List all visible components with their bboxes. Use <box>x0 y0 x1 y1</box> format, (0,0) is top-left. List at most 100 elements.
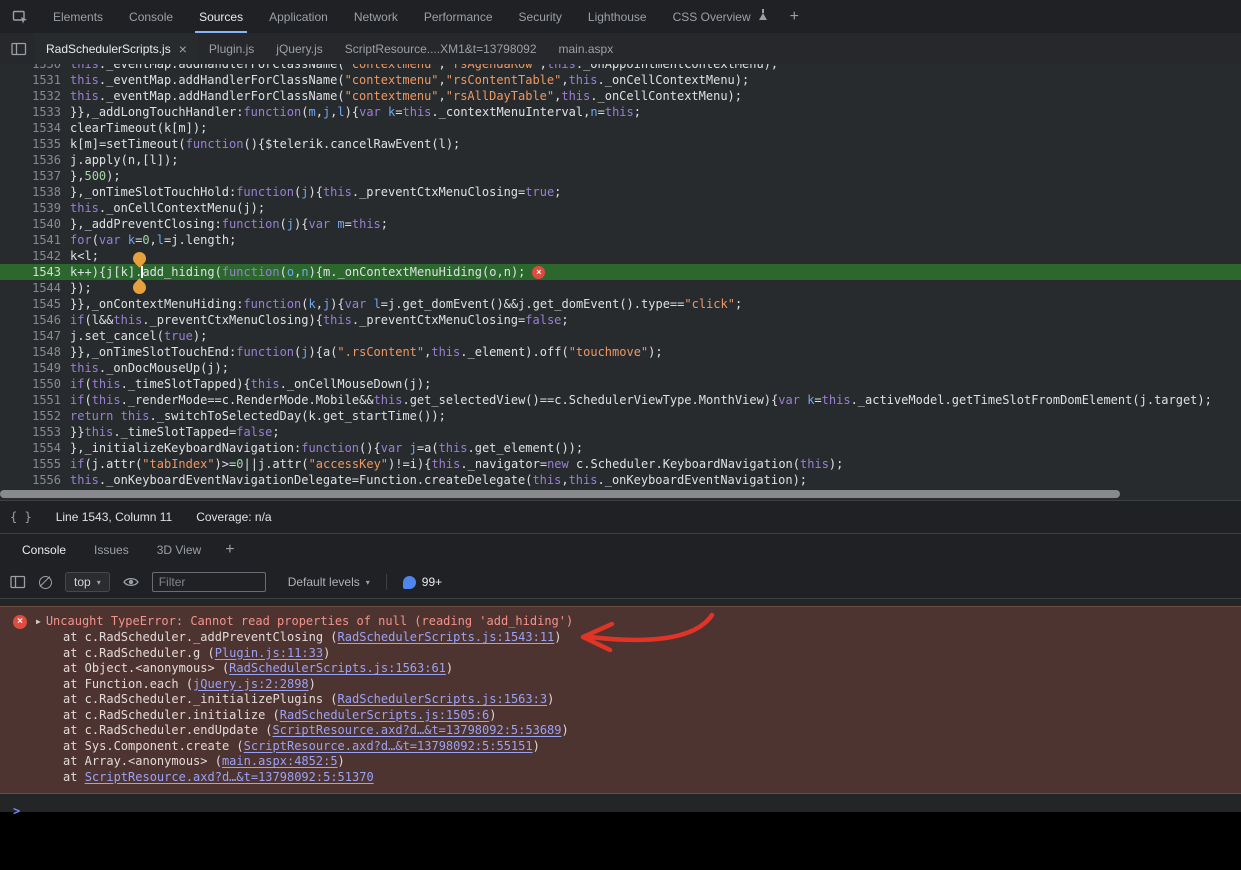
code-line-1547[interactable]: 1547j.set_cancel(true); <box>0 328 1241 344</box>
code-line-1552[interactable]: 1552return this._switchToSelectedDay(k.g… <box>0 408 1241 424</box>
line-number[interactable]: 1544 <box>0 280 63 296</box>
tab-network[interactable]: Network <box>341 0 411 33</box>
code-line-1531[interactable]: 1531this._eventMap.addHandlerForClassNam… <box>0 72 1241 88</box>
add-panel-button[interactable]: + <box>780 8 809 26</box>
file-tab-scriptresource-xm1-t-13798092[interactable]: ScriptResource....XM1&t=13798092 <box>334 33 548 64</box>
code-line-1538[interactable]: 1538},_onTimeSlotTouchHold:function(j){t… <box>0 184 1241 200</box>
code-line-1535[interactable]: 1535k[m]=setTimeout(function(){$telerik.… <box>0 136 1241 152</box>
stack-link[interactable]: ScriptResource.axd?d…&t=13798092:5:53689 <box>273 723 562 737</box>
tab-performance[interactable]: Performance <box>411 0 506 33</box>
code-line-1555[interactable]: 1555if(j.attr("tabIndex")>=0||j.attr("ac… <box>0 456 1241 472</box>
horizontal-scrollbar[interactable] <box>0 488 1241 500</box>
stack-link[interactable]: Plugin.js:11:33 <box>215 646 323 660</box>
line-number[interactable]: 1552 <box>0 408 63 424</box>
code-line-1545[interactable]: 1545}},_onContextMenuHiding:function(k,j… <box>0 296 1241 312</box>
line-number[interactable]: 1550 <box>0 376 63 392</box>
code-line-1543[interactable]: 1543k++){j[k].add_hiding(function(o,n){m… <box>0 264 1241 280</box>
line-number[interactable]: 1556 <box>0 472 63 488</box>
issues-counter[interactable]: 99+ <box>403 575 442 589</box>
code-line-1532[interactable]: 1532this._eventMap.addHandlerForClassNam… <box>0 88 1241 104</box>
line-number[interactable]: 1551 <box>0 392 63 408</box>
stack-link[interactable]: ScriptResource.axd?d…&t=13798092:5:55151 <box>244 739 533 753</box>
code-line-1539[interactable]: 1539this._onCellContextMenu(j); <box>0 200 1241 216</box>
line-number[interactable]: 1547 <box>0 328 63 344</box>
code-line-1530[interactable]: 1530this._eventMap.addHandlerForClassNam… <box>0 64 1241 72</box>
tab-lighthouse[interactable]: Lighthouse <box>575 0 660 33</box>
file-tab-jquery-js[interactable]: jQuery.js <box>265 33 333 64</box>
tab-sources[interactable]: Sources <box>186 0 256 33</box>
code-line-1553[interactable]: 1553}}this._timeSlotTapped=false; <box>0 424 1241 440</box>
code-line-1556[interactable]: 1556this._onKeyboardEventNavigationDeleg… <box>0 472 1241 488</box>
tab-css-overview[interactable]: CSS Overview <box>660 0 780 33</box>
code-line-1540[interactable]: 1540},_addPreventClosing:function(j){var… <box>0 216 1241 232</box>
code-line-1536[interactable]: 1536j.apply(n,[l]); <box>0 152 1241 168</box>
stack-link[interactable]: ScriptResource.axd?d…&t=13798092:5:51370 <box>85 770 374 784</box>
code-line-1542[interactable]: 1542k<l; <box>0 248 1241 264</box>
code-editor[interactable]: 1530this._eventMap.addHandlerForClassNam… <box>0 64 1241 488</box>
stack-link[interactable]: RadSchedulerScripts.js:1563:3 <box>338 692 548 706</box>
line-number[interactable]: 1532 <box>0 88 63 104</box>
add-drawer-tab-button[interactable]: + <box>215 541 244 559</box>
code-line-1548[interactable]: 1548}},_onTimeSlotTouchEnd:function(j){a… <box>0 344 1241 360</box>
line-number[interactable]: 1535 <box>0 136 63 152</box>
line-number[interactable]: 1548 <box>0 344 63 360</box>
line-number[interactable]: 1530 <box>0 64 63 72</box>
line-number[interactable]: 1539 <box>0 200 63 216</box>
code-line-1533[interactable]: 1533}},_addLongTouchHandler:function(m,j… <box>0 104 1241 120</box>
code-line-1549[interactable]: 1549this._onDocMouseUp(j); <box>0 360 1241 376</box>
tab-console[interactable]: Console <box>116 0 186 33</box>
scrollbar-thumb[interactable] <box>0 490 1120 498</box>
code-line-1544[interactable]: 1544}); <box>0 280 1241 296</box>
tab-security[interactable]: Security <box>506 0 575 33</box>
line-number[interactable]: 1553 <box>0 424 63 440</box>
line-number[interactable]: 1540 <box>0 216 63 232</box>
code-line-1546[interactable]: 1546if(l&&this._preventCtxMenuClosing){t… <box>0 312 1241 328</box>
tab-application[interactable]: Application <box>256 0 341 33</box>
line-number[interactable]: 1536 <box>0 152 63 168</box>
console-prompt[interactable]: > <box>0 802 1241 820</box>
code-line-1550[interactable]: 1550if(this._timeSlotTapped){this._onCel… <box>0 376 1241 392</box>
drawer-tab-issues[interactable]: Issues <box>80 534 143 566</box>
expand-triangle-icon[interactable]: ▶ <box>36 617 41 626</box>
context-selector[interactable]: top ▾ <box>65 572 110 592</box>
stack-link[interactable]: main.aspx:4852:5 <box>222 754 338 768</box>
code-line-1534[interactable]: 1534clearTimeout(k[m]); <box>0 120 1241 136</box>
line-number[interactable]: 1555 <box>0 456 63 472</box>
code-line-1537[interactable]: 1537},500); <box>0 168 1241 184</box>
drawer-tab-3d-view[interactable]: 3D View <box>143 534 215 566</box>
stack-link[interactable]: RadSchedulerScripts.js:1505:6 <box>280 708 490 722</box>
code-line-1551[interactable]: 1551if(this._renderMode==c.RenderMode.Mo… <box>0 392 1241 408</box>
console-sidebar-icon[interactable] <box>10 575 26 589</box>
pretty-print-button[interactable]: { } <box>10 510 32 524</box>
code-line-1541[interactable]: 1541for(var k=0,l=j.length; <box>0 232 1241 248</box>
line-number[interactable]: 1549 <box>0 360 63 376</box>
live-expression-eye-icon[interactable] <box>123 576 139 588</box>
console-filter-input[interactable] <box>152 572 266 592</box>
line-number[interactable]: 1541 <box>0 232 63 248</box>
console-error[interactable]: × ▶Uncaught TypeError: Cannot read prope… <box>0 606 1241 794</box>
close-tab-icon[interactable]: × <box>179 42 187 56</box>
line-number[interactable]: 1542 <box>0 248 63 264</box>
file-tab-radschedulerscripts-js[interactable]: RadSchedulerScripts.js× <box>35 33 198 64</box>
line-number[interactable]: 1538 <box>0 184 63 200</box>
tab-elements[interactable]: Elements <box>40 0 116 33</box>
line-number[interactable]: 1554 <box>0 440 63 456</box>
stack-link[interactable]: RadSchedulerScripts.js:1543:11 <box>338 630 555 644</box>
inspect-icon[interactable] <box>12 9 28 25</box>
line-number[interactable]: 1545 <box>0 296 63 312</box>
line-number[interactable]: 1533 <box>0 104 63 120</box>
line-number[interactable]: 1546 <box>0 312 63 328</box>
line-number[interactable]: 1534 <box>0 120 63 136</box>
line-number[interactable]: 1531 <box>0 72 63 88</box>
line-number[interactable]: 1543 <box>0 264 63 280</box>
file-tab-plugin-js[interactable]: Plugin.js <box>198 33 265 64</box>
file-tab-main-aspx[interactable]: main.aspx <box>548 33 625 64</box>
line-number[interactable]: 1537 <box>0 168 63 184</box>
log-levels-dropdown[interactable]: Default levels ▾ <box>288 575 370 589</box>
clear-console-icon[interactable] <box>39 576 52 589</box>
code-line-1554[interactable]: 1554},_initializeKeyboardNavigation:func… <box>0 440 1241 456</box>
navigator-toggle-icon[interactable] <box>11 42 27 56</box>
drawer-tab-console[interactable]: Console <box>8 534 80 566</box>
stack-link[interactable]: RadSchedulerScripts.js:1563:61 <box>229 661 446 675</box>
stack-link[interactable]: jQuery.js:2:2898 <box>193 677 309 691</box>
